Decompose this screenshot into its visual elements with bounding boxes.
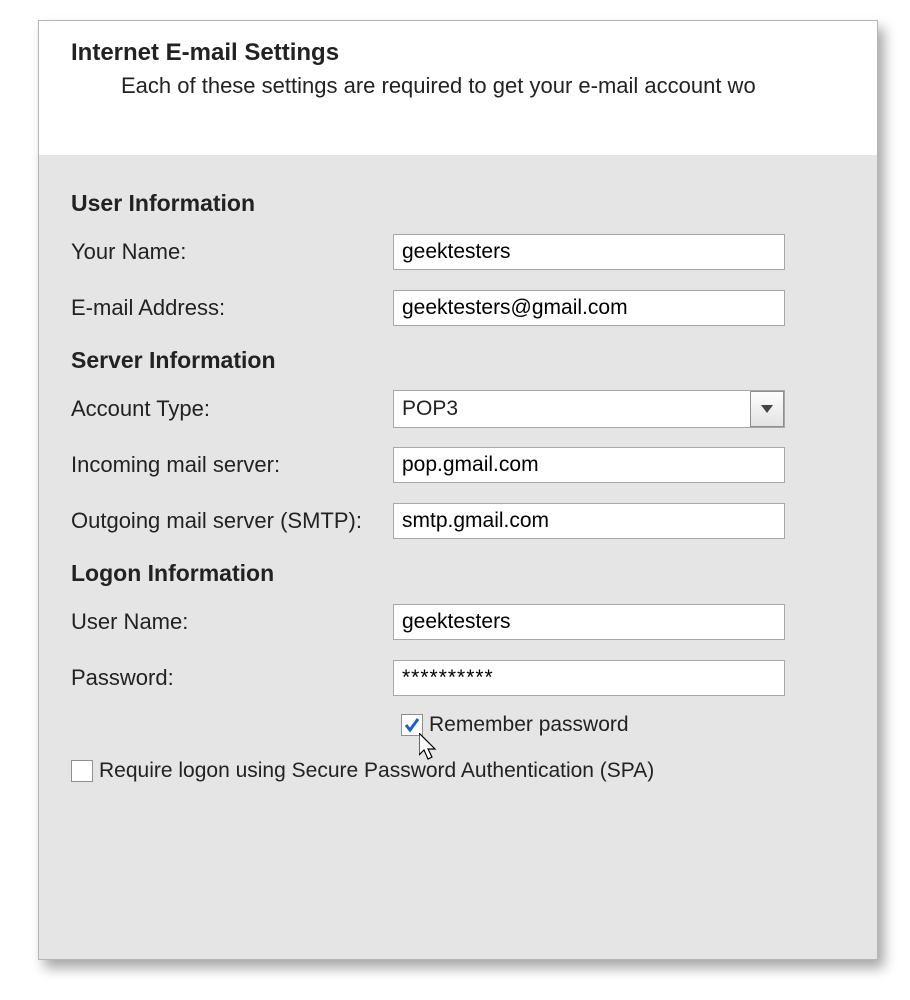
dialog-content: User Information Your Name: E-mail Addre… bbox=[39, 156, 877, 805]
input-password[interactable] bbox=[393, 660, 785, 696]
input-email-address[interactable] bbox=[393, 290, 785, 326]
label-user-name: User Name: bbox=[71, 609, 393, 635]
email-settings-dialog: Internet E-mail Settings Each of these s… bbox=[38, 20, 878, 960]
input-incoming-server[interactable] bbox=[393, 447, 785, 483]
row-account-type: Account Type: POP3 bbox=[71, 388, 849, 430]
section-heading-logon-info: Logon Information bbox=[71, 560, 849, 587]
row-email-address: E-mail Address: bbox=[71, 287, 849, 329]
chevron-down-icon bbox=[761, 405, 773, 413]
section-heading-server-info: Server Information bbox=[71, 347, 849, 374]
input-outgoing-server[interactable] bbox=[393, 503, 785, 539]
label-remember-password: Remember password bbox=[429, 713, 629, 737]
label-password: Password: bbox=[71, 665, 393, 691]
checkmark-icon bbox=[404, 717, 420, 733]
row-outgoing-server: Outgoing mail server (SMTP): bbox=[71, 500, 849, 542]
dialog-subtitle: Each of these settings are required to g… bbox=[121, 73, 851, 99]
combo-account-type[interactable]: POP3 bbox=[393, 390, 785, 428]
row-password: Password: bbox=[71, 657, 849, 699]
dialog-header: Internet E-mail Settings Each of these s… bbox=[39, 21, 877, 156]
label-incoming-server: Incoming mail server: bbox=[71, 452, 393, 478]
section-heading-user-info: User Information bbox=[71, 190, 849, 217]
row-require-spa: Require logon using Secure Password Auth… bbox=[71, 759, 849, 783]
dialog-title: Internet E-mail Settings bbox=[71, 39, 851, 67]
input-user-name[interactable] bbox=[393, 604, 785, 640]
combo-account-type-button[interactable] bbox=[750, 391, 784, 427]
input-your-name[interactable] bbox=[393, 234, 785, 270]
row-remember-password: Remember password bbox=[401, 713, 849, 737]
row-incoming-server: Incoming mail server: bbox=[71, 444, 849, 486]
row-your-name: Your Name: bbox=[71, 231, 849, 273]
label-account-type: Account Type: bbox=[71, 396, 393, 422]
label-require-spa: Require logon using Secure Password Auth… bbox=[99, 759, 654, 783]
label-email-address: E-mail Address: bbox=[71, 295, 393, 321]
label-your-name: Your Name: bbox=[71, 239, 393, 265]
label-outgoing-server: Outgoing mail server (SMTP): bbox=[71, 508, 393, 534]
row-user-name: User Name: bbox=[71, 601, 849, 643]
combo-account-type-value: POP3 bbox=[393, 390, 785, 428]
checkbox-require-spa[interactable] bbox=[71, 760, 93, 782]
checkbox-remember-password[interactable] bbox=[401, 714, 423, 736]
